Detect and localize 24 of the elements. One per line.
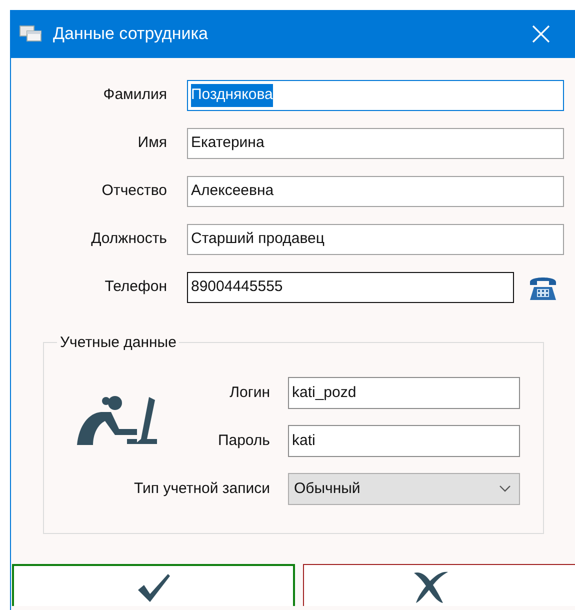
chevron-down-icon [499, 485, 511, 493]
field-label: Имя [136, 133, 168, 154]
cancel-button[interactable] [303, 564, 575, 606]
close-icon[interactable] [532, 25, 550, 43]
text-field[interactable]: kati_pozd [288, 377, 520, 409]
text-field[interactable]: Екатерина [187, 128, 564, 159]
field-label: Тип учетной записи [133, 478, 270, 499]
field-label: Фамилия [102, 85, 168, 106]
field-label: Логин [228, 382, 270, 403]
text-field[interactable]: 89004445555 [187, 272, 514, 303]
confirm-button[interactable] [12, 564, 295, 606]
field-label: Должность [90, 229, 168, 250]
window-title: Данные сотрудника [53, 23, 208, 46]
group-title: Учетные данные [57, 334, 180, 352]
text-field[interactable]: Алексеевна [187, 176, 564, 207]
text-field[interactable]: kati [288, 425, 520, 457]
text-field[interactable]: Старший продавец [187, 224, 564, 255]
text-field[interactable]: Позднякова [187, 80, 564, 111]
field-label: Телефон [104, 277, 168, 298]
field-label: Отчество [100, 181, 168, 202]
account-type-dropdown[interactable]: Обычный [288, 473, 520, 505]
field-label: Пароль [216, 430, 270, 451]
checkmark-icon [136, 572, 172, 602]
window-icon [19, 25, 43, 43]
